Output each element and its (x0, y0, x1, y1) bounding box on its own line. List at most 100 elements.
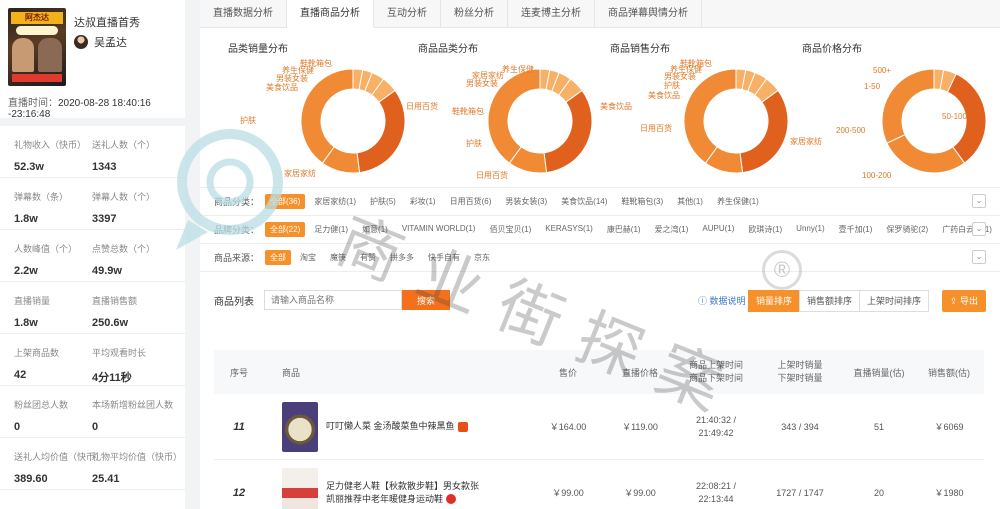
brand-filter-chip[interactable]: 广药白云山(1) (937, 222, 997, 237)
source-filter-label: 商品来源： (214, 253, 260, 263)
source-filter-chip[interactable]: 京东 (469, 250, 495, 265)
header-time[interactable]: 商品上架时间 商品下架时间 (676, 359, 756, 385)
row-stock: 1727 / 1747 (776, 487, 824, 498)
donut-chart (881, 68, 987, 174)
brand-filter-chip[interactable]: 壹千加(1) (834, 222, 878, 237)
category-filter-chip[interactable]: 鞋靴箱包(3) (616, 194, 668, 209)
row-live-price: ￥99.00 (624, 488, 656, 498)
stat-label: 上架商品数 (14, 348, 60, 358)
stat-value: 49.9w (92, 265, 122, 277)
brand-filter-chip[interactable]: 如意(1) (357, 222, 393, 237)
brand-filter-chip[interactable]: Unny(1) (791, 222, 829, 237)
row-product[interactable]: 叮叮懒人菜 金汤酸菜鱼中辣黑鱼 (264, 401, 532, 452)
host-name: 吴孟达 (94, 37, 127, 49)
source-filter-chip[interactable]: 拼多多 (385, 250, 419, 265)
source-filter-chip[interactable]: 魔筷 (325, 250, 351, 265)
live-title: 达叔直播首秀 (74, 17, 140, 29)
brand-filter-chip[interactable]: 足力健(1) (309, 222, 353, 237)
category-filter-chip[interactable]: 日用百货(6) (445, 194, 497, 209)
header-amount[interactable]: 销售额(估) (914, 366, 984, 379)
product-name[interactable]: 足力健老人鞋【秋款散步鞋】男女款张凯丽推荐中老年暖健身运动鞋 (326, 481, 479, 504)
cover-logo-text: 阿杰达 (11, 12, 63, 24)
tab-2[interactable]: 互动分析 (374, 0, 441, 28)
stat-value: 4分11秒 (92, 372, 132, 384)
stat-label: 直播销售额 (92, 296, 138, 306)
category-filter-chip[interactable]: 养生保健(1) (712, 194, 764, 209)
source-filter-chip[interactable]: 快手自有 (423, 250, 465, 265)
tab-5[interactable]: 商品弹幕舆情分析 (595, 0, 702, 28)
category-filter-chip[interactable]: 家居家纺(1) (309, 194, 361, 209)
stat-item: 礼物平均价值（快币） 25.41 (92, 450, 182, 485)
row-product[interactable]: 足力健老人鞋【秋款散步鞋】男女款张凯丽推荐中老年暖健身运动鞋 (264, 467, 532, 509)
stat-value: 42 (14, 369, 27, 381)
data-help-link[interactable]: ⓘ 数据说明 (698, 294, 746, 307)
category-filter-chip[interactable]: 美食饮品(14) (556, 194, 612, 209)
category-filter-chip[interactable]: 男装女装(3) (500, 194, 552, 209)
brand-filter-chip[interactable]: 爱之湾(1) (650, 222, 694, 237)
tab-1[interactable]: 直播商品分析 (287, 0, 374, 28)
table-row[interactable]: 12 足力健老人鞋【秋款散步鞋】男女款张凯丽推荐中老年暖健身运动鞋 ￥99.00 ￥9… (214, 460, 984, 509)
brand-filter-chip[interactable]: 康巴赫(1) (602, 222, 646, 237)
category-filter-chip[interactable]: 全部(36) (265, 194, 306, 209)
stat-value: 1.8w (14, 317, 38, 329)
product-thumbnail[interactable] (282, 401, 318, 452)
stat-row: 送礼人均价值（快币） 389.60 礼物平均价值（快币） 25.41 (0, 438, 185, 490)
stat-item: 人数峰值（个） 2.2w (14, 242, 77, 277)
source-expand-icon[interactable]: ⌄ (972, 250, 986, 264)
stat-item: 上架商品数 42 (14, 346, 59, 381)
brand-filter-chip[interactable]: AUPU(1) (697, 222, 739, 237)
brand-filter-chip[interactable]: 欧琪诗(1) (743, 222, 787, 237)
live-cover-image[interactable]: 阿杰达 (8, 8, 66, 86)
header-stock[interactable]: 上架时销量 下架时销量 (756, 359, 844, 385)
stat-value: 1.8w (14, 213, 38, 225)
sort-by-time-button[interactable]: 上架时间排序 (859, 290, 930, 312)
kuaishou-icon (446, 494, 457, 505)
host-info[interactable]: 吴孟达 (74, 34, 127, 50)
stat-value: 250.6w (92, 317, 129, 329)
search-button[interactable]: 搜索 (402, 290, 450, 310)
stat-item: 平均观看时长 4分11秒 (92, 346, 146, 385)
source-filter-chip[interactable]: 淘宝 (295, 250, 321, 265)
category-expand-icon[interactable]: ⌄ (972, 194, 986, 208)
sort-group: 销量排序 销售额排序 上架时间排序 (748, 290, 930, 312)
stat-row: 粉丝团总人数 0 本场新增粉丝团人数 0 (0, 386, 185, 438)
tab-4[interactable]: 连麦博主分析 (508, 0, 595, 28)
stat-item: 直播销售额 250.6w (92, 294, 137, 329)
brand-filter-chip[interactable]: 全部(22) (265, 222, 306, 237)
tab-3[interactable]: 粉丝分析 (441, 0, 508, 28)
brand-filter-chip[interactable]: 保罗骑驼(2) (881, 222, 933, 237)
donut-slice-label: 500+ (873, 66, 892, 75)
row-price: ￥99.00 (552, 488, 584, 498)
stat-label: 本场新增粉丝团人数 (92, 400, 174, 410)
header-live-sales[interactable]: 直播销量(估) (844, 366, 914, 379)
donut-slice[interactable] (886, 133, 966, 174)
category-filter-chip[interactable]: 护肤(5) (365, 194, 401, 209)
product-search-input[interactable] (264, 290, 402, 310)
sort-by-sales-button[interactable]: 销量排序 (748, 290, 801, 312)
source-filter-chip[interactable]: 全部 (265, 250, 292, 265)
source-filter-chip[interactable]: 有赞 (355, 250, 381, 265)
stat-label: 点赞总数（个） (92, 244, 156, 254)
stat-row: 弹幕数（条） 1.8w 弹幕人数（个） 3397 (0, 178, 185, 230)
donut-slice[interactable] (881, 68, 935, 144)
row-live-price: ￥119.00 (622, 422, 658, 432)
product-name[interactable]: 叮叮懒人菜 金汤酸菜鱼中辣黑鱼 (326, 421, 455, 431)
table-row[interactable]: 11 叮叮懒人菜 金汤酸菜鱼中辣黑鱼 ￥164.00 ￥119.00 21:40:32 … (214, 394, 984, 460)
stat-label: 礼物收入（快币） (14, 140, 87, 150)
export-button[interactable]: ⇪ 导出 (941, 290, 986, 312)
stat-item: 本场新增粉丝团人数 0 (92, 398, 173, 433)
taobao-icon (457, 421, 468, 432)
header-product: 商品 (282, 367, 301, 378)
product-thumbnail[interactable] (282, 467, 318, 509)
brand-expand-icon[interactable]: ⌄ (972, 222, 986, 236)
sort-by-amount-button[interactable]: 销售额排序 (799, 290, 861, 312)
brand-filter-chip[interactable]: 佰贝宝贝(1) (484, 222, 536, 237)
tab-bar: 直播数据分析 直播商品分析 互动分析 粉丝分析 连麦博主分析 商品弹幕舆情分析 (200, 0, 1000, 28)
stat-item: 点赞总数（个） 49.9w (92, 242, 155, 277)
category-filter-chip[interactable]: 其他(1) (672, 194, 708, 209)
category-filter-chip[interactable]: 彩妆(1) (405, 194, 441, 209)
brand-filter-chip[interactable]: VITAMIN WORLD(1) (397, 222, 481, 237)
brand-filter-chip[interactable]: KERASYS(1) (540, 222, 598, 237)
tab-0[interactable]: 直播数据分析 (200, 0, 287, 28)
header-live-price: 直播价格 (621, 367, 658, 378)
